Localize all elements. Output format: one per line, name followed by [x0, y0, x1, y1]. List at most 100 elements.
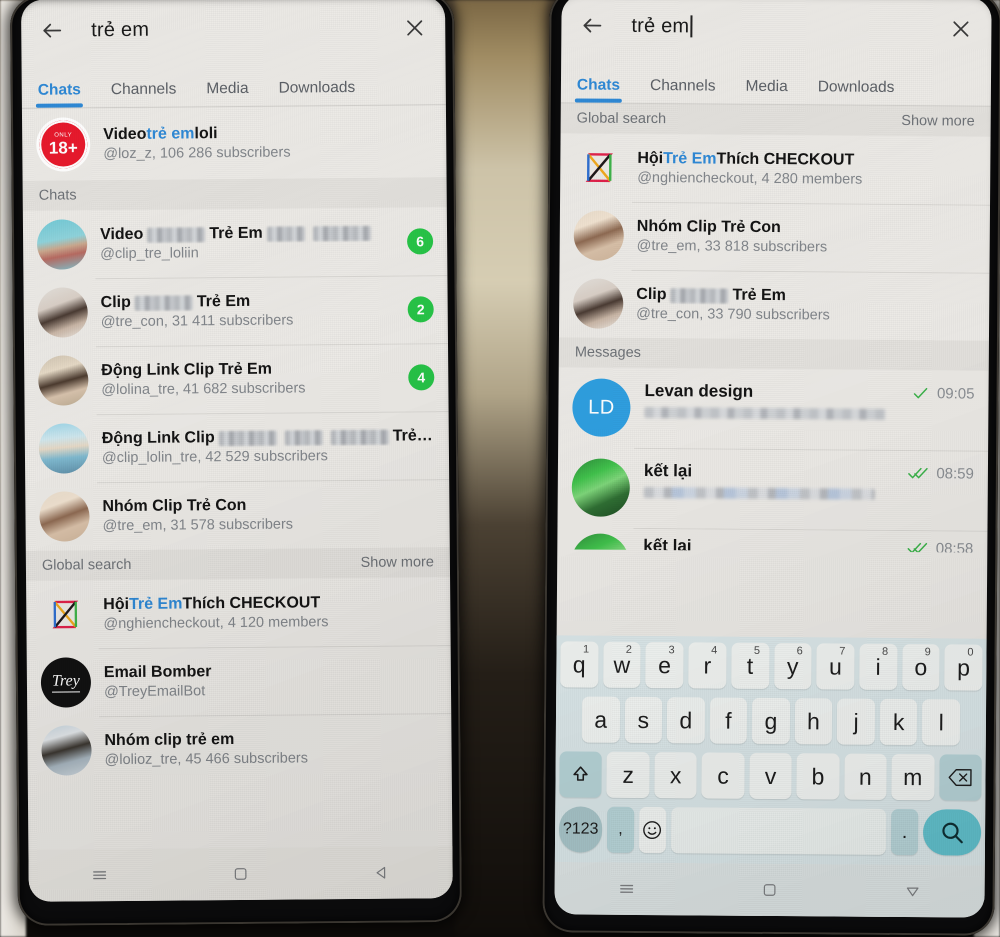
- message-sender: Levan design: [644, 380, 754, 401]
- key-l[interactable]: l: [922, 699, 961, 746]
- key-x[interactable]: x: [654, 752, 698, 799]
- key-e[interactable]: 3e: [645, 642, 684, 689]
- key-c[interactable]: c: [701, 752, 745, 799]
- shift-icon[interactable]: [559, 751, 603, 798]
- key-n[interactable]: n: [844, 753, 887, 800]
- result-subtitle: @nghiencheckout, 4 280 members: [637, 169, 863, 188]
- chat-title: Clip Trẻ Em: [101, 292, 395, 313]
- key-r[interactable]: 4r: [688, 642, 727, 689]
- recents-icon[interactable]: [596, 879, 656, 899]
- avatar: [36, 219, 88, 270]
- table-row[interactable]: Nhóm Clip Trẻ Con @tre_em, 33 818 subscr…: [560, 201, 991, 272]
- chat-subtitle: @lolina_tre, 41 682 subscribers: [101, 380, 306, 399]
- comma-key[interactable]: ,: [607, 806, 635, 853]
- key-g[interactable]: g: [752, 697, 790, 745]
- show-more-button[interactable]: Show more: [360, 554, 433, 571]
- key-label: r: [703, 651, 712, 679]
- tab-channels[interactable]: Channels: [111, 81, 177, 108]
- table-row[interactable]: Hội Trẻ Em Thích CHECKOUT @nghiencheckou…: [26, 577, 451, 649]
- key-k[interactable]: k: [879, 698, 918, 746]
- android-navbar-right: [554, 862, 985, 918]
- tab-media[interactable]: Media: [745, 78, 787, 104]
- back-icon[interactable]: [35, 13, 69, 47]
- symbols-key[interactable]: ?123: [558, 806, 603, 853]
- title-highlight: trẻ em: [146, 125, 195, 143]
- list-item[interactable]: kết lại 08:58: [557, 527, 987, 553]
- search-input[interactable]: trẻ em: [91, 16, 397, 42]
- key-z[interactable]: z: [606, 751, 650, 799]
- key-i[interactable]: 8i: [859, 643, 898, 690]
- search-query-text: trẻ em: [631, 14, 690, 37]
- section-label: Global search: [41, 556, 132, 574]
- result-title: Hội Trẻ Em Thích CHECKOUT: [637, 150, 976, 171]
- table-row[interactable]: Nhóm clip trẻ em @lolioz_tre, 45 466 sub…: [27, 713, 452, 785]
- censored-text: [330, 429, 389, 445]
- back-triangle-icon[interactable]: [352, 863, 412, 882]
- table-row[interactable]: Clip Trẻ Em @tre_con, 33 790 subscribers: [559, 269, 990, 340]
- tab-chats[interactable]: Chats: [577, 76, 620, 102]
- table-row[interactable]: Nhóm Clip Trẻ Con @tre_em, 31 578 subscr…: [25, 479, 450, 551]
- emoji-icon[interactable]: [638, 806, 666, 854]
- title-prefix: Video: [103, 125, 147, 144]
- key-a[interactable]: a: [581, 696, 620, 743]
- tab-downloads[interactable]: Downloads: [278, 79, 355, 106]
- table-row[interactable]: Động Link Clip Trẻ Em @lolina_tre, 41 68…: [24, 343, 449, 415]
- title-text: Trẻ Em: [196, 292, 251, 311]
- key-d[interactable]: d: [666, 697, 705, 744]
- title-suffix: loli: [194, 125, 218, 143]
- table-row[interactable]: Clip Trẻ Em @tre_con, 31 411 subscribers…: [23, 275, 448, 347]
- list-item[interactable]: kết lại 08:59: [557, 447, 988, 530]
- tab-channels[interactable]: Channels: [650, 77, 716, 104]
- table-row[interactable]: Video Trẻ Em @clip_tre_loliin 6: [23, 207, 448, 279]
- close-icon[interactable]: [397, 10, 431, 44]
- key-b[interactable]: b: [796, 753, 840, 800]
- checkout-logo-icon: [52, 600, 79, 629]
- result-title: Email Bomber: [103, 663, 212, 682]
- period-key[interactable]: .: [890, 808, 919, 856]
- result-subtitle: @lolioz_tre, 45 466 subscribers: [104, 750, 309, 769]
- list-item[interactable]: LD Levan design 09:05: [558, 367, 989, 450]
- tab-chats[interactable]: Chats: [38, 81, 81, 107]
- section-label: Chats: [38, 187, 77, 204]
- table-row[interactable]: Động Link Clip Trẻ… @clip_lolin_tre, 42 5…: [25, 411, 450, 483]
- search-input[interactable]: trẻ em: [631, 14, 943, 39]
- key-j[interactable]: j: [837, 698, 876, 745]
- key-v[interactable]: v: [749, 752, 792, 800]
- back-triangle-icon[interactable]: [883, 882, 943, 900]
- key-t[interactable]: 5t: [731, 642, 770, 689]
- key-h[interactable]: h: [794, 698, 833, 745]
- key-f[interactable]: f: [709, 697, 748, 744]
- key-label: i: [875, 653, 881, 680]
- key-o[interactable]: 9o: [901, 644, 940, 691]
- result-subtitle: @tre_em, 33 818 subscribers: [636, 237, 828, 256]
- tab-downloads[interactable]: Downloads: [818, 78, 895, 105]
- key-number: 9: [924, 646, 931, 659]
- table-row[interactable]: Hội Trẻ Em Thích CHECKOUT @nghiencheckou…: [560, 133, 991, 204]
- recents-icon[interactable]: [69, 865, 129, 886]
- key-y[interactable]: 6y: [773, 643, 812, 690]
- space-key[interactable]: [670, 807, 887, 855]
- tab-media[interactable]: Media: [206, 80, 248, 106]
- backspace-icon[interactable]: [938, 754, 982, 801]
- close-icon[interactable]: [943, 11, 977, 45]
- unread-badge: 4: [408, 364, 435, 391]
- key-w[interactable]: 2w: [602, 641, 641, 688]
- title-text: Động Link Clip: [101, 429, 215, 448]
- key-label: t: [746, 652, 754, 679]
- home-icon[interactable]: [211, 865, 271, 884]
- key-u[interactable]: 7u: [816, 643, 855, 690]
- censored-text: [670, 287, 729, 304]
- back-icon[interactable]: [575, 8, 609, 42]
- key-q[interactable]: 1q: [560, 641, 599, 688]
- key-s[interactable]: s: [624, 696, 663, 744]
- show-more-button[interactable]: Show more: [901, 113, 974, 130]
- chat-title: Video Trẻ Em: [100, 224, 394, 245]
- home-icon[interactable]: [740, 881, 800, 899]
- search-icon[interactable]: [922, 809, 982, 856]
- list-item-top-result[interactable]: ONLY 18+ Video trẻ em loli @loz_z, 106 2…: [22, 105, 447, 181]
- key-m[interactable]: m: [891, 753, 935, 801]
- result-subtitle: @loz_z, 106 286 subscribers: [103, 144, 291, 163]
- table-row[interactable]: Trey Email Bomber @TreyEmailBot: [27, 645, 452, 717]
- avatar: [573, 210, 624, 261]
- key-p[interactable]: 0p: [944, 644, 983, 691]
